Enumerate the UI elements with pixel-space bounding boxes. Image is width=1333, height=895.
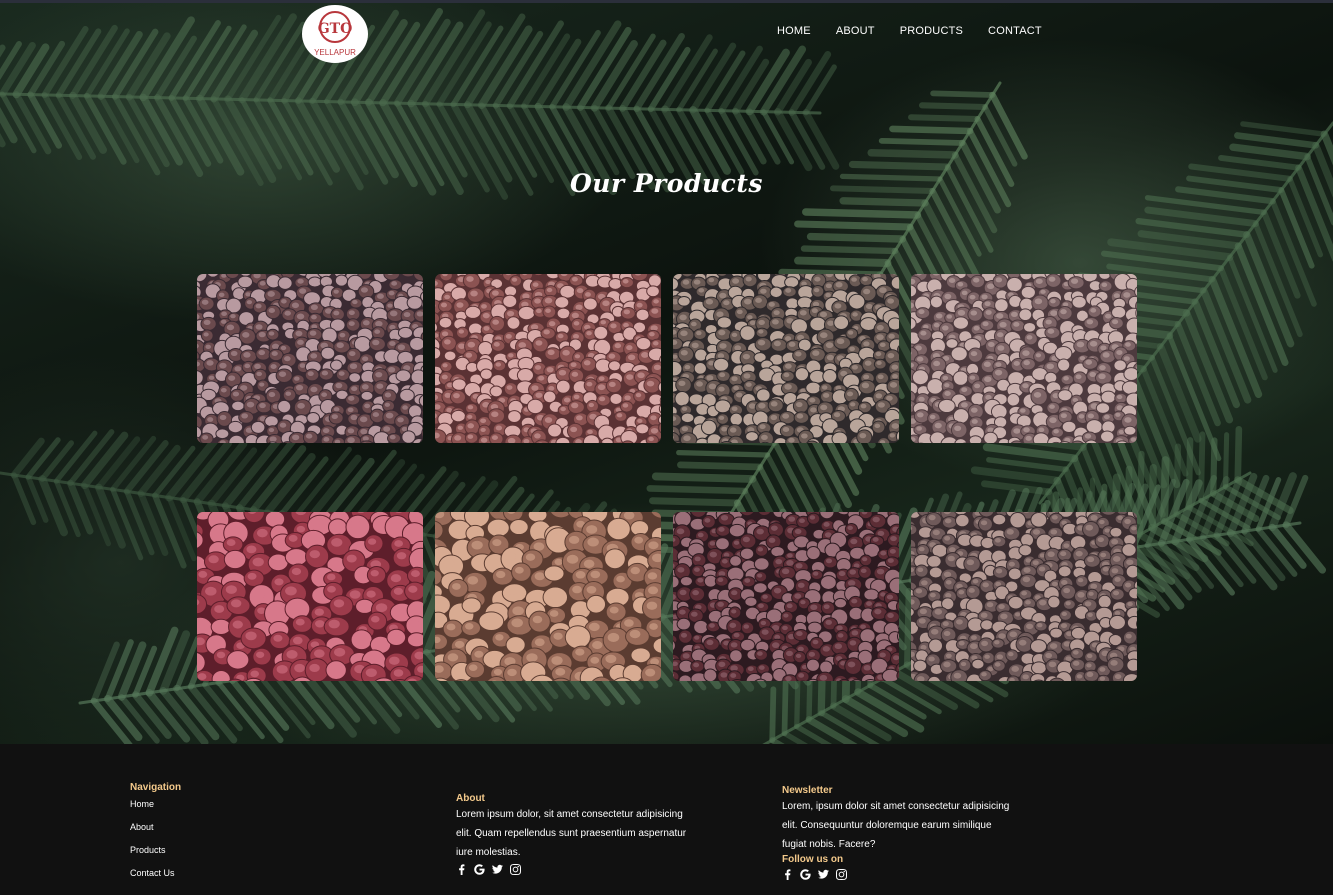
product-card-2[interactable] — [435, 274, 661, 443]
footer-navigation-heading: Navigation — [130, 782, 182, 793]
product-card-6[interactable] — [435, 512, 661, 681]
footer: Navigation Home About Products Contact U… — [0, 744, 1333, 895]
instagram-icon[interactable] — [510, 864, 521, 875]
product-card-3[interactable] — [673, 274, 899, 443]
footer-newsletter-social — [782, 869, 1017, 880]
product-image — [911, 274, 1137, 443]
products-grid — [197, 274, 1139, 682]
nav-home[interactable]: HOME — [777, 25, 811, 37]
follow-us-label: Follow us on — [782, 854, 844, 865]
nav-about[interactable]: ABOUT — [836, 25, 875, 37]
facebook-icon[interactable] — [782, 869, 793, 880]
footer-about: About Lorem ipsum dolor, sit amet consec… — [456, 793, 691, 875]
google-icon[interactable] — [474, 864, 485, 875]
page-title: Our Products — [570, 169, 763, 198]
product-image — [673, 274, 899, 443]
product-card-5[interactable] — [197, 512, 423, 681]
product-card-4[interactable] — [911, 274, 1137, 443]
hero-section: GTO YELLAPUR HOME ABOUT PRODUCTS CONTACT… — [0, 0, 1333, 744]
product-card-1[interactable] — [197, 274, 423, 443]
footer-about-heading: About — [456, 793, 485, 804]
footer-link-contact[interactable]: Contact Us — [130, 868, 181, 878]
footer-navigation: Navigation Home About Products Contact U… — [130, 782, 181, 891]
product-image — [911, 512, 1137, 681]
facebook-icon[interactable] — [456, 864, 467, 875]
product-image — [435, 512, 661, 681]
nav-contact[interactable]: CONTACT — [988, 25, 1042, 37]
footer-newsletter-text: Lorem, ipsum dolor sit amet consectetur … — [782, 801, 1010, 850]
twitter-icon[interactable] — [818, 869, 829, 880]
product-card-8[interactable] — [911, 512, 1137, 681]
instagram-icon[interactable] — [836, 869, 847, 880]
footer-about-social — [456, 864, 691, 875]
svg-text:GTO: GTO — [318, 21, 353, 37]
footer-newsletter-heading: Newsletter — [782, 785, 833, 796]
footer-newsletter: Newsletter Lorem, ipsum dolor sit amet c… — [782, 785, 1017, 880]
logo[interactable]: GTO YELLAPUR — [302, 5, 368, 63]
main-nav: HOME ABOUT PRODUCTS CONTACT — [777, 25, 1042, 37]
product-image — [435, 274, 661, 443]
product-card-7[interactable] — [673, 512, 899, 681]
product-image — [197, 274, 423, 443]
twitter-icon[interactable] — [492, 864, 503, 875]
footer-link-home[interactable]: Home — [130, 799, 181, 809]
footer-about-text: Lorem ipsum dolor, sit amet consectetur … — [456, 809, 687, 858]
logo-emblem-icon: GTO YELLAPUR — [307, 6, 363, 62]
google-icon[interactable] — [800, 869, 811, 880]
product-image — [673, 512, 899, 681]
footer-link-products[interactable]: Products — [130, 845, 181, 855]
nav-products[interactable]: PRODUCTS — [900, 25, 963, 37]
footer-link-about[interactable]: About — [130, 822, 181, 832]
svg-text:YELLAPUR: YELLAPUR — [314, 48, 356, 57]
product-image — [197, 512, 423, 681]
